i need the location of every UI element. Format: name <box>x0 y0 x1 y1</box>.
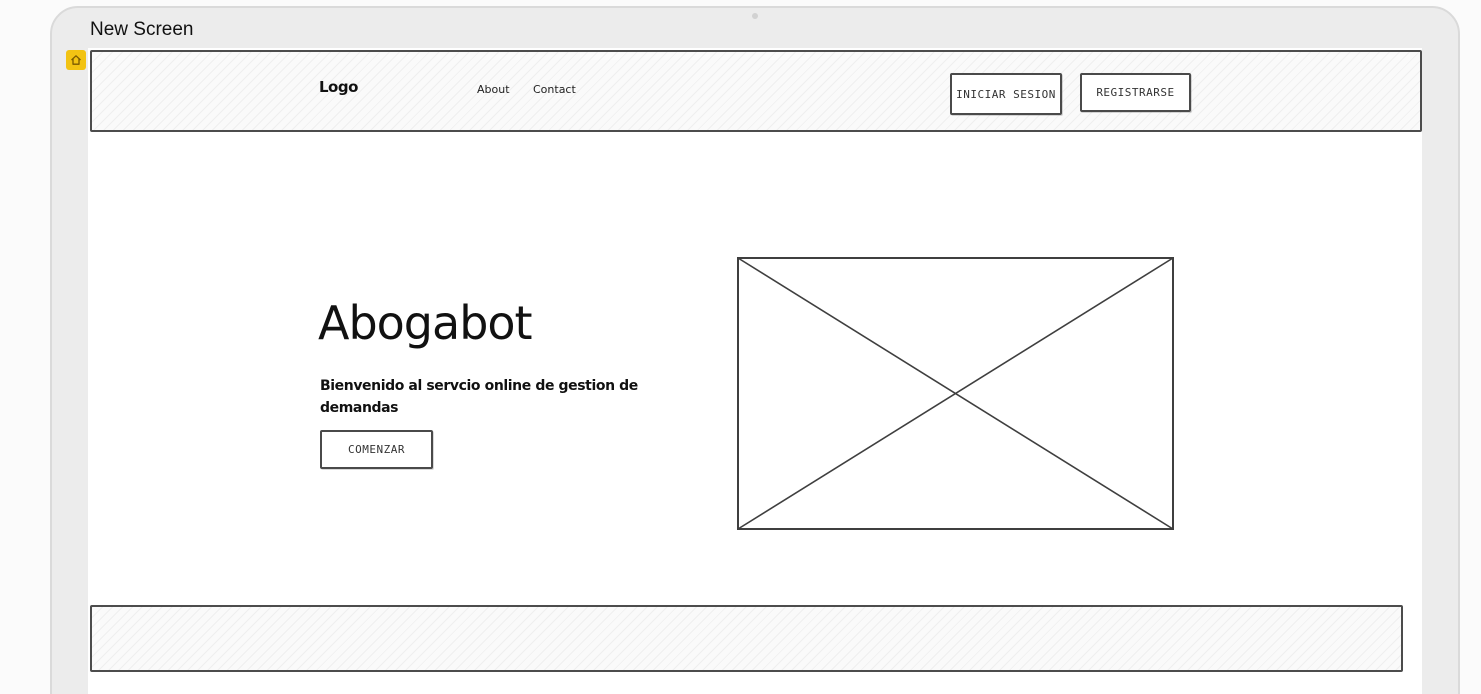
home-icon <box>71 55 81 65</box>
camera-dot <box>752 13 758 19</box>
footer <box>90 605 1403 672</box>
hero-subtitle: Bienvenido al servcio online de gestion … <box>320 378 638 416</box>
stage: New Screen Logo About Contact INICIAR SE… <box>0 0 1481 694</box>
nav-link-about[interactable]: About <box>477 83 510 96</box>
nav-link-contact[interactable]: Contact <box>533 83 576 96</box>
start-button[interactable]: COMENZAR <box>320 430 433 469</box>
register-button[interactable]: REGISTRARSE <box>1080 73 1191 112</box>
image-placeholder-icon <box>737 257 1174 530</box>
logo[interactable]: Logo <box>319 78 358 96</box>
screen-title: New Screen <box>90 19 194 40</box>
login-button[interactable]: INICIAR SESION <box>950 73 1062 115</box>
hero-title: Abogabot <box>318 296 533 350</box>
navbar <box>90 50 1422 132</box>
home-badge[interactable] <box>66 50 86 70</box>
